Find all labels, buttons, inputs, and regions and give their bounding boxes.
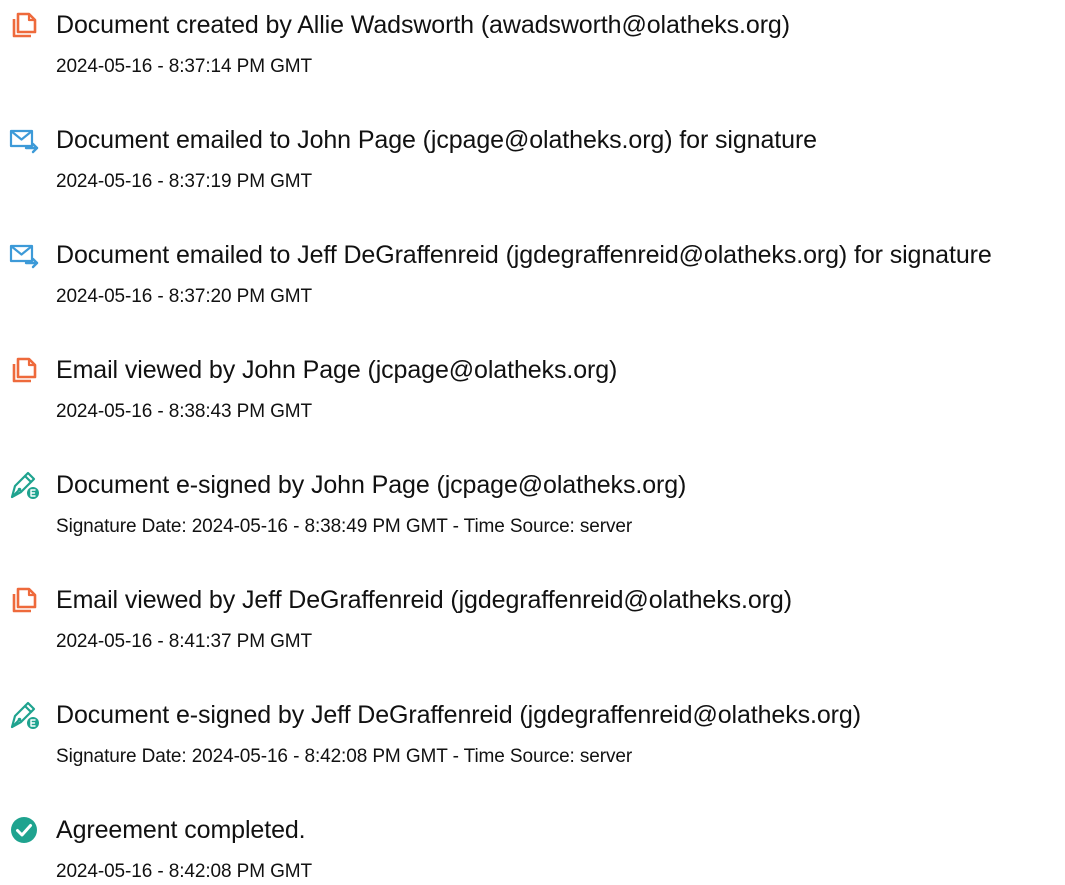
event-signature-date: Signature Date: 2024-05-16 - 8:38:49 PM … <box>56 516 633 537</box>
event-timestamp: 2024-05-16 - 8:42:08 PM GMT <box>56 861 313 882</box>
audit-event-emailed-john-page: Document emailed to John Page (jcpage@ol… <box>0 115 1065 195</box>
event-timestamp: 2024-05-16 - 8:37:20 PM GMT <box>56 286 313 307</box>
audit-event-document-created: Document created by Allie Wadsworth (awa… <box>0 0 1065 80</box>
event-title: Agreement completed. <box>56 816 306 844</box>
pen-sign-icon <box>9 700 39 730</box>
document-icon <box>9 355 39 385</box>
event-signature-date: Signature Date: 2024-05-16 - 8:42:08 PM … <box>56 746 633 767</box>
pen-sign-icon <box>9 470 39 500</box>
check-circle-icon <box>9 815 39 845</box>
event-title: Document created by Allie Wadsworth (awa… <box>56 11 790 39</box>
event-title: Email viewed by Jeff DeGraffenreid (jgde… <box>56 586 792 614</box>
event-title: Document emailed to Jeff DeGraffenreid (… <box>56 241 992 269</box>
event-title: Document e-signed by Jeff DeGraffenreid … <box>56 701 861 729</box>
email-send-icon <box>9 240 39 270</box>
audit-event-email-viewed-jeff-degraffenreid: Email viewed by Jeff DeGraffenreid (jgde… <box>0 575 1065 655</box>
document-icon <box>9 585 39 615</box>
event-timestamp: 2024-05-16 - 8:41:37 PM GMT <box>56 631 313 652</box>
event-timestamp: 2024-05-16 - 8:37:19 PM GMT <box>56 171 313 192</box>
event-title: Document e-signed by John Page (jcpage@o… <box>56 471 687 499</box>
audit-event-agreement-completed: Agreement completed. 2024-05-16 - 8:42:0… <box>0 805 1065 885</box>
email-send-icon <box>9 125 39 155</box>
audit-event-emailed-jeff-degraffenreid: Document emailed to Jeff DeGraffenreid (… <box>0 230 1065 310</box>
audit-event-signed-john-page: Document e-signed by John Page (jcpage@o… <box>0 460 1065 540</box>
event-title: Email viewed by John Page (jcpage@olathe… <box>56 356 618 384</box>
event-title: Document emailed to John Page (jcpage@ol… <box>56 126 817 154</box>
audit-event-signed-jeff-degraffenreid: Document e-signed by Jeff DeGraffenreid … <box>0 690 1065 770</box>
event-timestamp: 2024-05-16 - 8:38:43 PM GMT <box>56 401 313 422</box>
event-timestamp: 2024-05-16 - 8:37:14 PM GMT <box>56 56 313 77</box>
audit-event-email-viewed-john-page: Email viewed by John Page (jcpage@olathe… <box>0 345 1065 425</box>
document-icon <box>9 10 39 40</box>
